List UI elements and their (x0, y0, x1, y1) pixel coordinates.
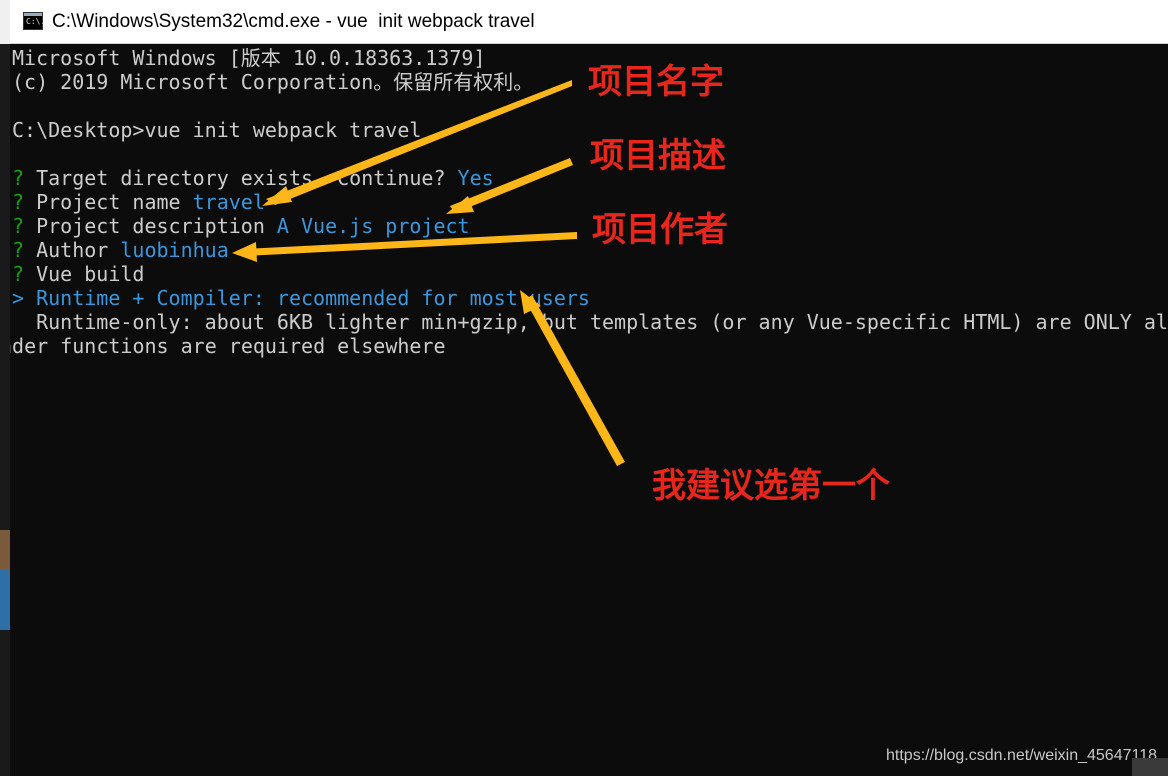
arrow-to-runtime-compiler (525, 295, 625, 466)
annotation-project-name: 项目名字 (588, 62, 724, 102)
arrow-to-author (244, 232, 577, 256)
arrow-head-project-name (262, 186, 292, 206)
arrow-to-project-name (266, 80, 572, 205)
scrollbar-corner (1132, 758, 1168, 776)
watermark: https://blog.csdn.net/weixin_45647118 (886, 747, 1158, 764)
annotation-author: 项目作者 (592, 210, 728, 250)
annotation-project-description: 项目描述 (590, 136, 726, 176)
arrow-head-author (232, 242, 257, 262)
annotation-arrows (232, 80, 625, 466)
annotation-suggestion: 我建议选第一个 (652, 466, 890, 506)
